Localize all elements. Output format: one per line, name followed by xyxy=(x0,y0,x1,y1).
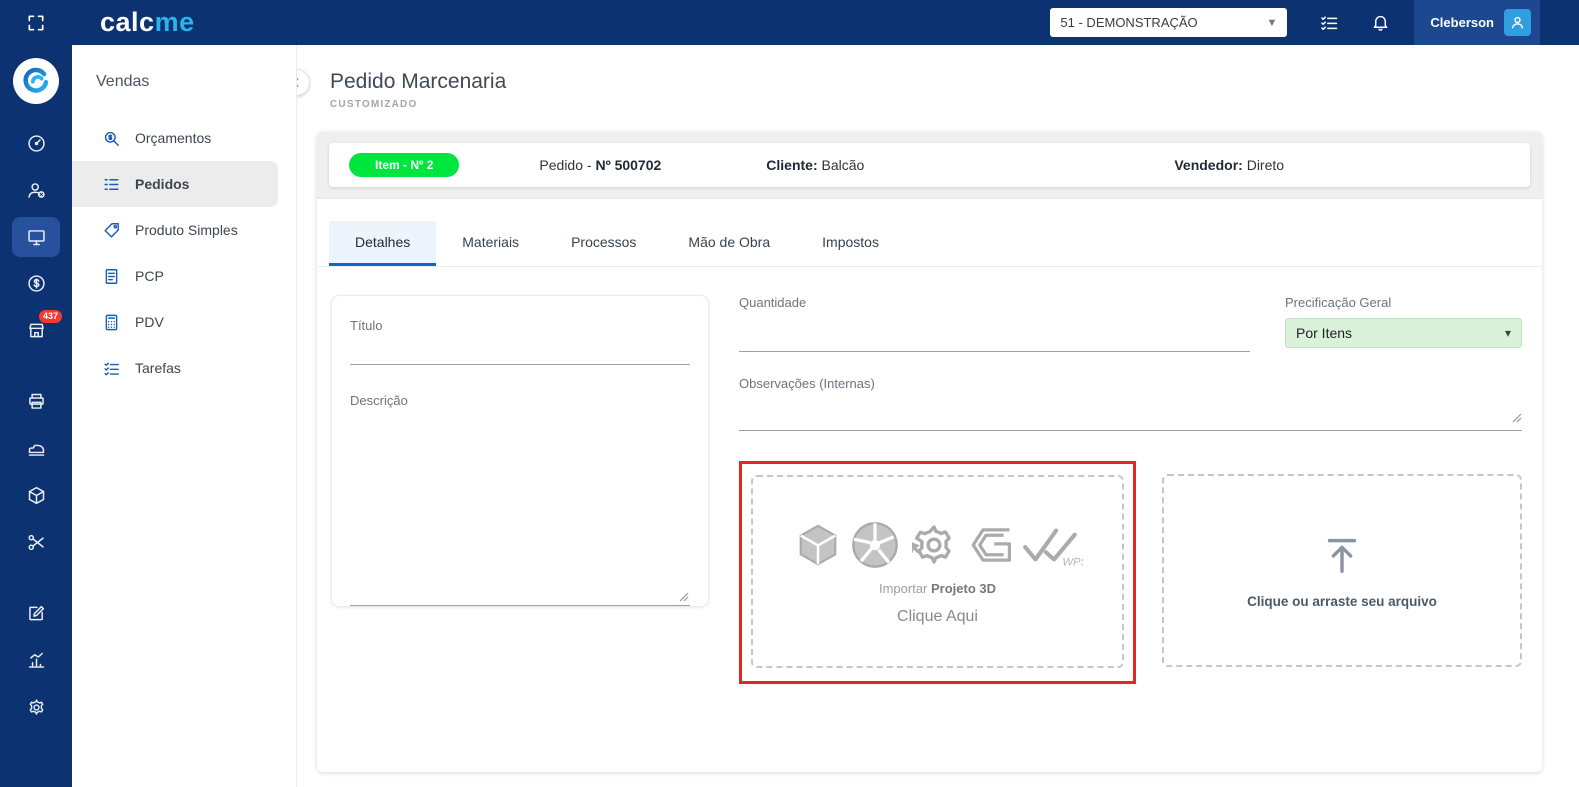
page-title: Pedido Marcenaria xyxy=(330,70,507,93)
sidebar-item-label: Tarefas xyxy=(135,360,181,376)
tab-processos[interactable]: Processos xyxy=(545,221,662,266)
g-logo-icon xyxy=(965,519,1017,571)
item-number-badge: Item - Nº 2 xyxy=(349,153,460,177)
resize-handle-icon[interactable] xyxy=(1512,413,1522,423)
sidebar-item-label: Orçamentos xyxy=(135,130,212,146)
user-avatar-icon xyxy=(1504,9,1531,36)
tab-mao-de-obra[interactable]: Mão de Obra xyxy=(662,221,796,266)
titulo-input[interactable] xyxy=(350,333,690,365)
sidebar-item-label: PDV xyxy=(135,314,164,330)
sidebar-title: Vendas xyxy=(96,73,150,90)
rail-machine-icon[interactable] xyxy=(12,425,60,472)
client-field: Cliente: Balcão xyxy=(766,157,865,173)
rail-package-icon[interactable] xyxy=(12,472,60,519)
tasklist-icon[interactable] xyxy=(1319,13,1339,33)
company-select-value: 51 - DEMONSTRAÇÃO xyxy=(1060,15,1198,30)
clique-aqui-text: Clique Aqui xyxy=(897,608,978,625)
observacoes-label: Observações (Internas) xyxy=(739,376,875,391)
precificacao-select[interactable]: Por Itens ▾ xyxy=(1285,318,1522,348)
descricao-textarea[interactable] xyxy=(350,418,690,606)
main-content: Pedido Marcenaria CUSTOMIZADO Item - Nº … xyxy=(283,45,1579,787)
sidebar-item-orcamentos[interactable]: Orçamentos xyxy=(72,115,296,161)
seller-field: Vendedor: Direto xyxy=(1174,157,1285,173)
rail-dashboard-icon[interactable] xyxy=(12,120,60,167)
order-number: Pedido - Nº 500702 xyxy=(539,157,662,173)
sidebar-item-pcp[interactable]: PCP xyxy=(72,253,296,299)
order-summary-strip: Item - Nº 2 Pedido - Nº 500702 Cliente: … xyxy=(329,143,1530,187)
checklist-icon xyxy=(102,359,121,378)
calcme-logo: calcme xyxy=(100,7,195,37)
resize-handle-icon[interactable] xyxy=(679,592,689,602)
document-icon xyxy=(102,267,121,286)
rail-store-icon[interactable]: 437 xyxy=(12,307,62,354)
chevron-down-icon: ▾ xyxy=(1504,326,1511,340)
file-upload-dropzone[interactable]: Clique ou arraste seu arquivo xyxy=(1162,474,1522,667)
quantidade-label: Quantidade xyxy=(739,295,807,310)
sidebar-item-label: PCP xyxy=(135,268,164,284)
tab-impostos[interactable]: Impostos xyxy=(796,221,905,266)
calculator-icon xyxy=(102,313,121,332)
precificacao-label: Precificação Geral xyxy=(1285,295,1392,310)
cube-3d-icon xyxy=(793,520,843,570)
sidebar-item-produto-simples[interactable]: Produto Simples xyxy=(72,207,296,253)
import-3d-dropzone[interactable]: WPS Importar Projeto 3D Clique Aqui xyxy=(751,475,1124,668)
rail-customers-icon[interactable] xyxy=(12,167,60,214)
importar-projeto-3d-text: Importar Projeto 3D xyxy=(878,581,997,596)
title-description-card: Título Descrição xyxy=(331,295,709,607)
chevron-down-icon: ▼ xyxy=(1266,16,1278,29)
tab-bar: Detalhes Materiais Processos Mão de Obra… xyxy=(317,199,1542,267)
observacoes-input[interactable] xyxy=(739,399,1522,431)
sidebar: Vendas Orçamentos Pedidos Produto Simple… xyxy=(72,45,297,787)
descricao-label: Descrição xyxy=(350,393,408,408)
rail-settings-icon[interactable] xyxy=(12,684,60,731)
red-highlight-annotation: WPS Importar Projeto 3D Clique Aqui xyxy=(739,461,1136,684)
wps-checkmarks-icon: WPS xyxy=(1021,522,1083,568)
tab-detalhes[interactable]: Detalhes xyxy=(329,221,437,266)
sidebar-item-tarefas[interactable]: Tarefas xyxy=(72,345,296,391)
upload-dropzone-label: Clique ou arraste seu arquivo xyxy=(1247,594,1437,609)
sidebar-item-label: Produto Simples xyxy=(135,222,238,238)
icon-rail: 437 xyxy=(0,45,72,787)
order-card: Item - Nº 2 Pedido - Nº 500702 Cliente: … xyxy=(317,132,1542,772)
company-select[interactable]: 51 - DEMONSTRAÇÃO ▼ xyxy=(1050,8,1288,37)
gear-cursor-icon xyxy=(907,518,961,572)
store-count-badge: 437 xyxy=(38,310,62,323)
svg-text:WPS: WPS xyxy=(1062,557,1083,568)
bell-icon[interactable] xyxy=(1371,13,1390,32)
sidebar-item-pdv[interactable]: PDV xyxy=(72,299,296,345)
sidebar-item-pedidos[interactable]: Pedidos xyxy=(72,161,278,207)
order-card-header: Item - Nº 2 Pedido - Nº 500702 Cliente: … xyxy=(317,132,1542,199)
expand-icon[interactable] xyxy=(26,13,46,33)
app-logo-icon[interactable] xyxy=(13,58,59,104)
upload-icon xyxy=(1319,532,1365,578)
rail-scissors-icon[interactable] xyxy=(12,519,60,566)
rail-finance-icon[interactable] xyxy=(12,260,60,307)
rail-workstation-icon[interactable] xyxy=(12,217,60,257)
search-icon xyxy=(102,129,121,148)
sidebar-item-label: Pedidos xyxy=(135,176,190,192)
topbar: calcme 51 - DEMONSTRAÇÃO ▼ Cleberson xyxy=(0,0,1579,45)
saw-blade-icon xyxy=(847,517,903,573)
orders-icon xyxy=(102,175,121,194)
user-name: Cleberson xyxy=(1430,15,1494,30)
page-subtitle: CUSTOMIZADO xyxy=(330,99,418,110)
precificacao-value: Por Itens xyxy=(1296,325,1353,341)
user-menu[interactable]: Cleberson xyxy=(1414,0,1540,45)
titulo-label: Título xyxy=(350,318,383,333)
rail-edit-icon[interactable] xyxy=(12,590,60,637)
tab-materiais[interactable]: Materiais xyxy=(436,221,545,266)
rail-printer-icon[interactable] xyxy=(12,378,60,425)
quantidade-input[interactable] xyxy=(739,320,1250,352)
rail-reports-icon[interactable] xyxy=(12,637,60,684)
tag-icon xyxy=(102,221,121,240)
